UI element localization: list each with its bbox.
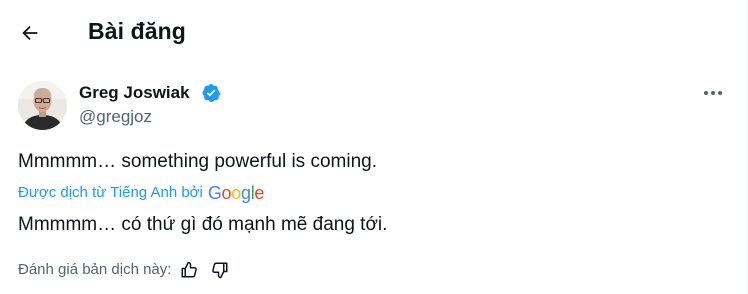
thumbs-up-button[interactable] — [178, 259, 200, 281]
author-name[interactable]: Greg Joswiak — [79, 82, 190, 104]
thumbs-down-icon — [212, 262, 228, 279]
thumbs-up-icon — [181, 261, 198, 278]
translated-post-text: Mmmmm… có thứ gì đó mạnh mẽ đang tới. — [18, 214, 388, 235]
thumbs-down-button[interactable] — [209, 259, 231, 281]
rating-label: Đánh giá bản dịch này: — [18, 261, 172, 278]
translation-attribution: Được dịch từ Tiếng Anh bởi Google — [18, 183, 264, 203]
avatar[interactable] — [18, 81, 67, 130]
author-handle[interactable]: @gregjoz — [79, 106, 152, 128]
page-title: Bài đăng — [88, 18, 186, 44]
verified-badge-icon — [202, 84, 221, 102]
back-button[interactable] — [12, 15, 48, 51]
page-header: Bài đăng — [0, 0, 747, 64]
more-options-button[interactable] — [696, 80, 730, 106]
more-horizontal-icon — [704, 91, 722, 95]
translated-by-label[interactable]: Được dịch từ Tiếng Anh bởi — [18, 183, 203, 203]
post-text: Mmmmm… something powerful is coming. — [18, 151, 377, 172]
avatar-image — [18, 81, 67, 130]
post-page: Bài đăng Greg Joswiak @gregjoz Mmmmm… so… — [0, 0, 748, 294]
google-logo: Google — [207, 183, 265, 203]
translation-rating: Đánh giá bản dịch này: — [18, 259, 231, 281]
arrow-left-icon — [22, 25, 38, 41]
